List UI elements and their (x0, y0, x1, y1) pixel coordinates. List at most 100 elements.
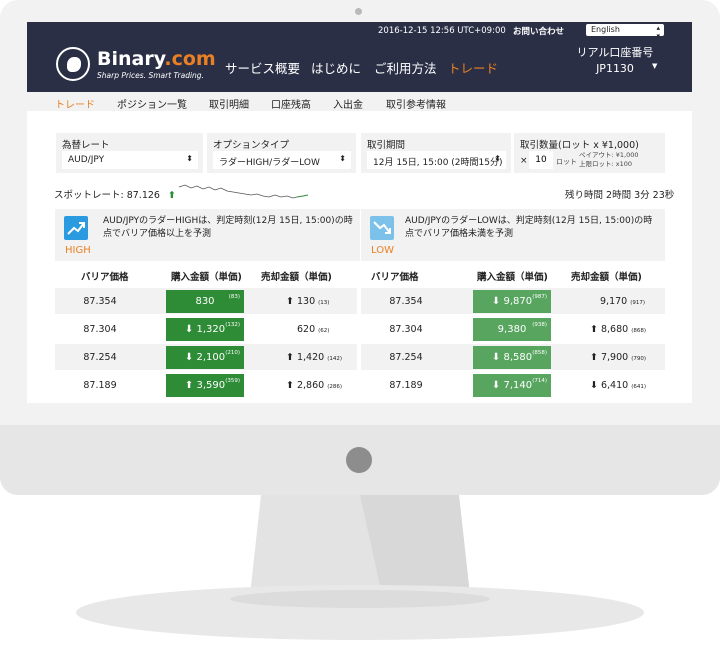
account-menu[interactable]: リアル口座番号 JP1130 (575, 44, 655, 75)
arrow-up-icon: ⬆ (167, 190, 176, 201)
table-row: 87.254 ⬇ 8,580 (858) ⬆ 7,900 (790) (361, 344, 665, 370)
low-label: LOW (371, 245, 394, 256)
language-value: English (591, 25, 620, 34)
table-row: 87.189 ⬆ 3,590 (359) ⬆ 2,860 (286) (55, 372, 357, 398)
table-row: 87.304 9,380 (938) ⬆ 8,680 (868) (361, 316, 665, 342)
account-label: リアル口座番号 (576, 46, 654, 59)
select-arrows-icon: ⬍ (339, 154, 346, 163)
spot-rate-label: スポットレート: 87.126 (54, 190, 160, 201)
language-select[interactable]: English ▴ ▾ (586, 24, 664, 40)
logo-icon[interactable] (56, 47, 90, 81)
sell-price: ⬇ 6,410 (641) (590, 380, 646, 391)
time-remaining: 残り時間 2時間 3分 23秒 (565, 190, 675, 201)
buy-high-button[interactable]: ⬇ 2,100 (210) (166, 346, 244, 369)
period-select[interactable]: 12月 15日, 15:00 (2時間15分) ⬍ (367, 151, 506, 169)
subnav-statement[interactable]: 取引明細 (209, 96, 249, 111)
sell-price: ⬆ 7,900 (790) (590, 352, 646, 363)
rate-label: 為替レート (62, 140, 110, 151)
sell-price: ⬆ 8,680 (868) (590, 324, 646, 335)
table-row: 87.354 830 (83) ⬆ 130 (13) (55, 288, 357, 314)
payout-info: ペイアウト: ¥1,000 上限ロット: x100 (579, 151, 639, 169)
option-select[interactable]: ラダーHIGH/ラダーLOW ⬍ (213, 151, 351, 169)
top-bar: 2016-12-15 12:56 UTC+09:00 お問い合わせ Englis… (27, 22, 692, 40)
screen: 2016-12-15 12:56 UTC+09:00 お問い合わせ Englis… (27, 22, 692, 403)
select-arrows-icon: ▴ ▾ (656, 24, 660, 40)
buy-low-button[interactable]: ⬇ 7,140 (714) (473, 374, 551, 397)
sell-price: 620 (62) (297, 324, 330, 335)
brand-name[interactable]: Binary.com (97, 48, 216, 70)
buy-high-button[interactable]: ⬇ 1,320 (132) (166, 318, 244, 341)
brand-tagline: Sharp Prices. Smart Trading. (97, 71, 204, 80)
high-buy-header: 購入金額（単価) (171, 272, 242, 283)
subnav-positions[interactable]: ポジション一覧 (117, 96, 187, 111)
table-row: 87.354 ⬇ 9,870 (987) 9,170 (917) (361, 288, 665, 314)
max-lot-line: 上限ロット: x100 (579, 160, 633, 168)
period-panel: 取引期間 12月 15日, 15:00 (2時間15分) ⬍ (361, 133, 511, 173)
subnav-reference[interactable]: 取引参考情報 (386, 96, 446, 111)
buy-low-button[interactable]: 9,380 (938) (473, 318, 551, 341)
option-value: ラダーHIGH/ラダーLOW (219, 158, 320, 168)
monitor-stand-base-shadow (230, 590, 490, 608)
lot-input[interactable]: 10 (529, 151, 553, 169)
nav-howto[interactable]: ご利用方法 (374, 58, 437, 77)
low-sell-header: 売却金額（単価) (571, 272, 642, 283)
barrier-price: 87.354 (83, 296, 117, 307)
high-sell-header: 売却金額（単価) (261, 272, 332, 283)
barrier-price: 87.254 (389, 352, 423, 363)
spot-rate: スポットレート: 87.126 ⬆ (54, 187, 176, 201)
account-number: JP1130 (596, 62, 634, 75)
rate-panel: 為替レート AUD/JPY ⬍ (56, 133, 203, 173)
trend-up-icon (64, 216, 88, 240)
lot-unit: ロット (556, 158, 577, 166)
power-button-icon (346, 447, 372, 473)
high-contract-info: AUD/JPYのラダーHIGHは、判定時刻(12月 15日, 15:00)の時点… (55, 209, 360, 261)
sub-navigation: トレード ポジション一覧 取引明細 口座残高 入出金 取引参考情報 (27, 92, 692, 111)
sell-price: ⬆ 2,860 (286) (286, 380, 342, 391)
lot-label: 取引数量(ロット x ¥1,000) (520, 140, 639, 151)
barrier-price: 87.304 (83, 324, 117, 335)
period-label: 取引期間 (367, 140, 406, 151)
trend-down-icon (370, 216, 394, 240)
table-row: 87.304 ⬇ 1,320 (132) 620 (62) (55, 316, 357, 342)
barrier-price: 87.189 (83, 380, 117, 391)
subnav-balance[interactable]: 口座残高 (271, 96, 311, 111)
sell-price: ⬆ 1,420 (142) (286, 352, 342, 363)
header: Binary.com Sharp Prices. Smart Trading. … (27, 40, 692, 92)
high-barrier-header: バリア価格 (81, 272, 129, 283)
low-buy-header: 購入金額（単価) (477, 272, 548, 283)
spot-sparkline (178, 184, 309, 199)
barrier-price: 87.304 (389, 324, 423, 335)
contact-link[interactable]: お問い合わせ (513, 25, 564, 37)
sell-price: ⬆ 130 (13) (286, 296, 330, 307)
multiply-icon: × (520, 156, 528, 166)
server-time: 2016-12-15 12:56 UTC+09:00 (378, 26, 506, 36)
option-label: オプションタイプ (213, 140, 290, 151)
table-row: 87.254 ⬇ 2,100 (210) ⬆ 1,420 (142) (55, 344, 357, 370)
buy-low-button[interactable]: ⬇ 9,870 (987) (473, 290, 551, 313)
select-arrows-icon: ⬍ (186, 154, 193, 163)
nav-start[interactable]: はじめに (311, 58, 361, 77)
subnav-trade[interactable]: トレード (55, 96, 95, 111)
low-description: AUD/JPYのラダーLOWは、判定時刻(12月 15日, 15:00)の時点で… (405, 216, 653, 239)
option-panel: オプションタイプ ラダーHIGH/ラダーLOW ⬍ (207, 133, 356, 173)
sell-price: 9,170 (917) (600, 296, 645, 307)
buy-low-button[interactable]: ⬇ 8,580 (858) (473, 346, 551, 369)
barrier-price: 87.189 (389, 380, 423, 391)
subnav-cashier[interactable]: 入出金 (333, 96, 363, 111)
payout-line: ペイアウト: ¥1,000 (579, 151, 639, 159)
buy-high-button[interactable]: ⬆ 3,590 (359) (166, 374, 244, 397)
nav-trade[interactable]: トレード (448, 58, 498, 77)
rate-select[interactable]: AUD/JPY ⬍ (62, 151, 198, 169)
low-barrier-header: バリア価格 (371, 272, 419, 283)
high-description: AUD/JPYのラダーHIGHは、判定時刻(12月 15日, 15:00)の時点… (103, 216, 353, 239)
rate-value: AUD/JPY (68, 155, 105, 165)
buy-high-button[interactable]: 830 (83) (166, 290, 244, 313)
low-contract-info: AUD/JPYのラダーLOWは、判定時刻(12月 15日, 15:00)の時点で… (361, 209, 665, 261)
camera-dot (355, 8, 362, 15)
select-arrows-icon: ⬍ (494, 154, 501, 163)
chevron-down-icon[interactable]: ▼ (652, 62, 657, 70)
nav-service[interactable]: サービス概要 (225, 58, 300, 77)
period-value: 12月 15日, 15:00 (2時間15分) (373, 158, 503, 168)
table-row: 87.189 ⬇ 7,140 (714) ⬇ 6,410 (641) (361, 372, 665, 398)
high-label: HIGH (65, 245, 91, 256)
